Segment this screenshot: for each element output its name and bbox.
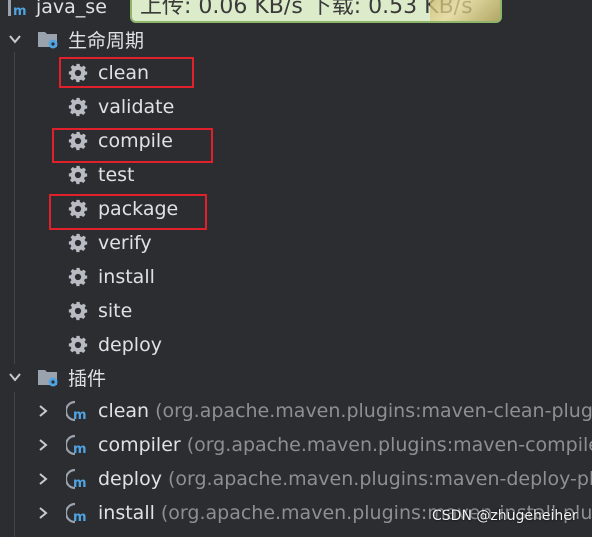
svg-text:m: m bbox=[73, 408, 87, 423]
lifecycle-item-verify[interactable]: verify bbox=[0, 228, 592, 258]
banner-decoration bbox=[430, 0, 500, 21]
plugin-item-label: deploy (org.apache.maven.plugins:maven-de… bbox=[98, 468, 592, 490]
svg-text:m: m bbox=[73, 442, 87, 457]
plugins-group-label: 插件 bbox=[68, 367, 107, 390]
lifecycle-item-validate[interactable]: validate bbox=[0, 92, 592, 122]
plugin-item-clean[interactable]: m clean (org.apache.maven.plugins:maven-c… bbox=[0, 396, 592, 426]
lifecycle-item-label: site bbox=[98, 300, 133, 322]
highlight-box-compile bbox=[52, 128, 213, 163]
gear-icon bbox=[67, 96, 91, 120]
svg-text:m: m bbox=[13, 4, 27, 19]
plugin-coordinates: (org.apache.maven.plugins:maven-compiler bbox=[186, 434, 592, 456]
lifecycle-item-label: verify bbox=[98, 232, 152, 254]
svg-text:m: m bbox=[73, 476, 87, 491]
lifecycle-item-install[interactable]: install bbox=[0, 262, 592, 292]
lifecycle-item-label: test bbox=[98, 164, 135, 186]
chevron-right-icon[interactable] bbox=[36, 472, 50, 486]
folder-gear-icon bbox=[36, 365, 60, 389]
project-label: java_se bbox=[36, 0, 107, 18]
gear-icon bbox=[67, 334, 91, 358]
lifecycle-item-site[interactable]: site bbox=[0, 296, 592, 326]
lifecycle-item-test[interactable]: test bbox=[0, 160, 592, 190]
highlight-box-clean bbox=[59, 57, 194, 88]
plugin-item-label: clean (org.apache.maven.plugins:maven-cle… bbox=[98, 400, 592, 422]
gear-icon bbox=[67, 232, 91, 256]
plugin-coordinates: (org.apache.maven.plugins:maven-clean-pl… bbox=[155, 400, 592, 422]
lifecycle-item-deploy[interactable]: deploy bbox=[0, 330, 592, 360]
plugins-group[interactable]: 插件 bbox=[0, 362, 592, 392]
lifecycle-item-label: deploy bbox=[98, 334, 162, 356]
plugin-item-label: compiler (org.apache.maven.plugins:maven-… bbox=[98, 434, 592, 456]
maven-plugin-icon: m bbox=[64, 501, 92, 525]
plugin-name: deploy bbox=[98, 468, 162, 490]
maven-project-icon: m bbox=[6, 0, 30, 19]
maven-tool-window-tree: m java_se 上传: 0.06 KB/s 下载: 0.53 KB/s 生命… bbox=[0, 0, 592, 537]
plugin-name: compiler bbox=[98, 434, 181, 456]
network-speed-banner: 上传: 0.06 KB/s 下载: 0.53 KB/s bbox=[130, 0, 502, 23]
network-speed-text: 上传: 0.06 KB/s 下载: 0.53 KB/s bbox=[140, 0, 473, 19]
csdn-watermark: CSDN @zhugeheiher bbox=[432, 508, 578, 524]
lifecycle-item-label: install bbox=[98, 266, 155, 288]
plugin-item-compiler[interactable]: m compiler (org.apache.maven.plugins:mave… bbox=[0, 430, 592, 460]
maven-plugin-icon: m bbox=[64, 467, 92, 491]
chevron-down-icon[interactable] bbox=[8, 32, 22, 46]
plugin-name: clean bbox=[98, 400, 150, 422]
maven-plugin-icon: m bbox=[64, 433, 92, 457]
gear-icon bbox=[67, 164, 91, 188]
plugin-item-deploy[interactable]: m deploy (org.apache.maven.plugins:maven-… bbox=[0, 464, 592, 494]
folder-gear-icon bbox=[36, 27, 60, 51]
chevron-right-icon[interactable] bbox=[36, 438, 50, 452]
plugin-coordinates: (org.apache.maven.plugins:maven-deploy-p… bbox=[167, 468, 592, 490]
highlight-box-package bbox=[49, 194, 207, 230]
svg-text:m: m bbox=[73, 510, 87, 525]
lifecycle-group[interactable]: 生命周期 bbox=[0, 24, 592, 54]
chevron-right-icon[interactable] bbox=[36, 404, 50, 418]
chevron-down-icon[interactable] bbox=[8, 370, 22, 384]
gear-icon bbox=[67, 300, 91, 324]
plugin-name: install bbox=[98, 502, 155, 524]
gear-icon bbox=[67, 266, 91, 290]
lifecycle-group-label: 生命周期 bbox=[68, 29, 145, 52]
maven-plugin-icon: m bbox=[64, 399, 92, 423]
lifecycle-item-label: validate bbox=[98, 96, 175, 118]
chevron-right-icon[interactable] bbox=[36, 506, 50, 520]
